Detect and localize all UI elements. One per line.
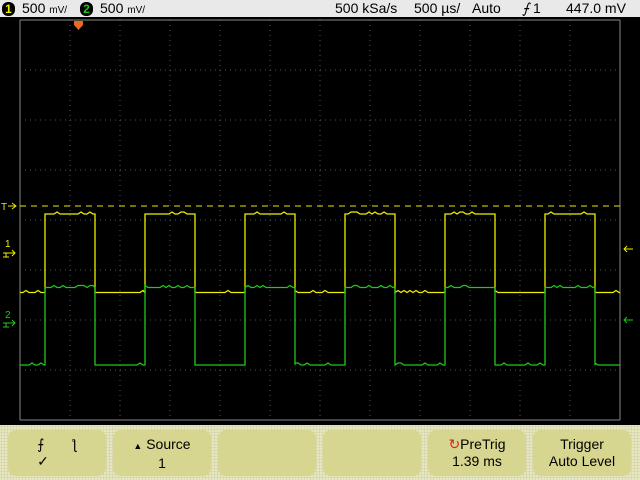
ch1-badge[interactable]: 1 <box>2 0 15 17</box>
empty-softkey-4[interactable] <box>323 430 421 476</box>
svg-text:2: 2 <box>5 310 11 321</box>
trigger-level-marker[interactable]: T <box>1 202 17 213</box>
falling-slope-icon: ƪ <box>71 436 77 452</box>
slope-softkey[interactable]: ⨍ ƪ ✓ <box>8 430 106 476</box>
rising-slope-icon: ⨍ <box>37 436 45 452</box>
pretrig-softkey[interactable]: ↻PreTrig 1.39 ms <box>428 430 526 476</box>
sample-rate: 500 kSa/s <box>335 0 398 16</box>
check-icon: ✓ <box>37 453 49 469</box>
trigger-position-marker[interactable] <box>74 21 83 30</box>
svg-text:T: T <box>1 202 7 213</box>
ch1-offset-arrow-icon <box>623 245 633 253</box>
status-bar: 1 500 mV/ 2 500 mV/ 500 kSa/s 500 µs/ Au… <box>0 0 640 17</box>
graticule <box>19 19 621 421</box>
empty-softkey-3[interactable] <box>218 430 316 476</box>
svg-text:1: 1 <box>5 239 11 250</box>
trigger-level: 447.0 mV <box>566 0 626 16</box>
ch2-offset-arrow-icon <box>623 316 633 324</box>
waveform-display[interactable]: T 1 2 <box>0 17 640 425</box>
softkey-bar: ⨍ ƪ ✓ ▲ Source 1 ↻PreTrig 1.39 ms Trigge… <box>0 425 640 480</box>
ch2-ground-marker[interactable]: 2 <box>3 310 16 328</box>
ch1-ground-marker[interactable]: 1 <box>3 239 16 258</box>
source-softkey[interactable]: ▲ Source 1 <box>113 430 211 476</box>
trigger-level-softkey[interactable]: Trigger Auto Level <box>533 430 631 476</box>
up-arrow-icon: ▲ <box>133 441 143 451</box>
trigger-source: 1 <box>533 0 541 16</box>
rotate-knob-icon: ↻ <box>448 436 461 452</box>
ch2-badge[interactable]: 2 <box>80 0 93 17</box>
rising-edge-icon: ⨍ <box>522 0 530 16</box>
timebase[interactable]: 500 µs/ <box>414 0 460 17</box>
trigger-mode: Auto <box>472 0 501 16</box>
